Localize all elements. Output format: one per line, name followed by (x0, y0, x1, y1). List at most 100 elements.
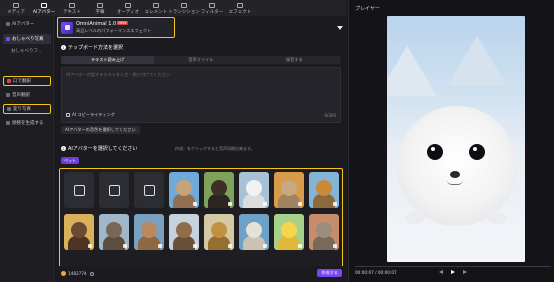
new-badge: NEW (117, 21, 128, 25)
subtitle-icon (97, 3, 103, 8)
voice-select-button[interactable]: AIアバターの音色を選択してください (61, 126, 140, 134)
model-avatar-icon (61, 21, 73, 34)
model-selector[interactable]: OmniAnimal 1.0 NEW 高品レベルのパフォーマンスエフェクト (57, 17, 175, 38)
category-chip-pet[interactable]: ペット (61, 157, 79, 164)
media-icon (13, 3, 19, 8)
effect-icon (237, 3, 243, 8)
avatar-head (211, 180, 227, 196)
voice-icon (6, 93, 10, 97)
video-preview[interactable] (387, 16, 525, 262)
tool-tile[interactable] (99, 172, 129, 208)
sidebar-item-label: 顔替を生成する (12, 121, 44, 126)
generate-button[interactable]: 作成する (317, 269, 342, 277)
sidebar: AIアバター おしゃべり写真 おしゃべりフ... 口で翻訳 音声翻訳 変り写真 … (0, 16, 54, 282)
avatar-tile-kangaroo[interactable] (134, 214, 164, 250)
dance-icon (7, 107, 11, 111)
sidebar-item-label: おしゃべりフ... (11, 49, 43, 54)
filter-icon (209, 3, 215, 8)
next-frame-icon[interactable] (463, 270, 467, 274)
mountain-shape (447, 36, 507, 86)
step-number-icon: 1 (61, 45, 66, 50)
tab-text-to-speech[interactable]: テキスト読み上げ (61, 56, 155, 64)
textarea-placeholder: AIアバターが話すテキストを入力・貼り付けてください (66, 72, 171, 77)
sidebar-item-voice-translate[interactable]: 音声翻訳 (3, 90, 51, 100)
avatar-head (176, 180, 192, 196)
toolbar-tab-transition[interactable]: トランジション (168, 0, 200, 16)
avatar-body (313, 236, 335, 250)
toolbar-tab-subtitle[interactable]: 字幕 (86, 0, 114, 16)
avatar-tile-sheep[interactable] (239, 214, 269, 250)
play-icon[interactable] (451, 270, 455, 274)
avatar-tile-cat[interactable] (309, 214, 339, 250)
toolbar-tab-media[interactable]: メディア (2, 0, 30, 16)
avatar-tile-duck[interactable] (274, 214, 304, 250)
tab-audio-file[interactable]: 音声ファイル (154, 56, 247, 64)
download-icon (88, 244, 92, 248)
avatar-tile-wombat[interactable] (99, 214, 129, 250)
credits-value: 1482774 (68, 271, 87, 276)
timecode: 00:00:07 / 00:00:07 (355, 270, 397, 275)
tab-record[interactable]: 録音する (248, 56, 341, 64)
avatar-head (176, 222, 192, 238)
toolbar-tab-audio[interactable]: オーディオ (114, 0, 142, 16)
sidebar-item-lip-translate[interactable]: 口で翻訳 (3, 76, 51, 86)
download-icon (123, 244, 127, 248)
avatar-tile-seal[interactable] (239, 172, 269, 208)
sidebar-item-label: 変り写真 (13, 107, 31, 112)
credits-indicator: 1482774 (61, 270, 94, 277)
toolbar-tab-filter[interactable]: フィルター (198, 0, 226, 16)
tool-tile[interactable] (64, 172, 94, 208)
sidebar-item-label: おしゃべり写真 (12, 37, 44, 42)
download-icon (228, 244, 232, 248)
avatar-body (278, 194, 300, 208)
avatar-tile-camel[interactable] (169, 172, 199, 208)
toolbar-tab-element[interactable]: エレメント (142, 0, 170, 16)
ai-copy-label: AI コピーライティング (72, 112, 115, 117)
tool-tile[interactable] (134, 172, 164, 208)
sidebar-item-talking-photo[interactable]: おしゃべり写真 (3, 34, 51, 44)
sidebar-item-ai-avatar[interactable]: AIアバター (3, 19, 51, 29)
avatar-tile-horse[interactable] (64, 214, 94, 250)
model-subtitle: 高品レベルのパフォーマンスエフェクト (76, 28, 152, 33)
text-icon (69, 3, 75, 8)
model-title: OmniAnimal 1.0 NEW (76, 21, 128, 27)
avatar-body (103, 236, 125, 250)
toolbar-tab-ai-avatar[interactable]: AIアバター (30, 0, 58, 16)
avatar-tile-goat[interactable] (274, 172, 304, 208)
seal-flipper-right (487, 212, 507, 224)
input-method-tabs: テキスト読み上げ 音声ファイル 録音する (61, 56, 341, 64)
progress-track[interactable] (355, 266, 551, 267)
sidebar-item-talking-sub[interactable]: おしゃべりフ... (3, 46, 51, 56)
refresh-icon[interactable] (89, 271, 94, 276)
toolbar-tab-label: エレメント (144, 10, 168, 15)
toolbar-tab-effect[interactable]: エフェクト (226, 0, 254, 16)
download-icon (228, 202, 232, 206)
playback-bar: 00:00:07 / 00:00:07 (353, 266, 551, 280)
step1-title: 1 テップボード方法を選択 (61, 44, 123, 51)
step1-label: テップボード方法を選択 (68, 45, 124, 51)
seal-flipper-left (405, 212, 425, 224)
chevron-down-icon[interactable] (337, 26, 343, 30)
toolbar-tab-label: 字幕 (95, 10, 105, 15)
avatar-body (138, 236, 160, 250)
avatar-tile-dog[interactable] (169, 214, 199, 250)
avatar-head (316, 222, 332, 238)
script-textarea[interactable]: AIアバターが話すテキストを入力・貼り付けてください AI コピーライティング … (61, 67, 341, 123)
step2-title: 2 AIアバターを選択してください (61, 145, 137, 152)
avatar-tile-chimp[interactable] (204, 172, 234, 208)
sidebar-item-dance-photo[interactable]: 変り写真 (3, 104, 51, 114)
sidebar-item-face-swap[interactable]: 顔替を生成する (3, 118, 51, 128)
download-icon (263, 244, 267, 248)
avatar-head (281, 180, 297, 196)
step2-label: AIアバターを選択してください (68, 146, 138, 152)
step-number-icon: 2 (61, 146, 66, 151)
avatar-head (141, 222, 157, 238)
avatar-tile-bird[interactable] (309, 172, 339, 208)
sidebar-item-label: AIアバター (12, 22, 35, 27)
toolbar-tab-text[interactable]: テキスト (58, 0, 86, 16)
top-toolbar: メディア AIアバター テキスト 字幕 オーディオ エレメント トランジション フィルター エフ… (0, 0, 346, 16)
toolbar-tab-label: フィルター (200, 10, 224, 15)
previous-frame-icon[interactable] (439, 270, 443, 274)
avatar-tile-lion[interactable] (204, 214, 234, 250)
ai-copywriting-button[interactable]: AI コピーライティング (66, 112, 115, 118)
